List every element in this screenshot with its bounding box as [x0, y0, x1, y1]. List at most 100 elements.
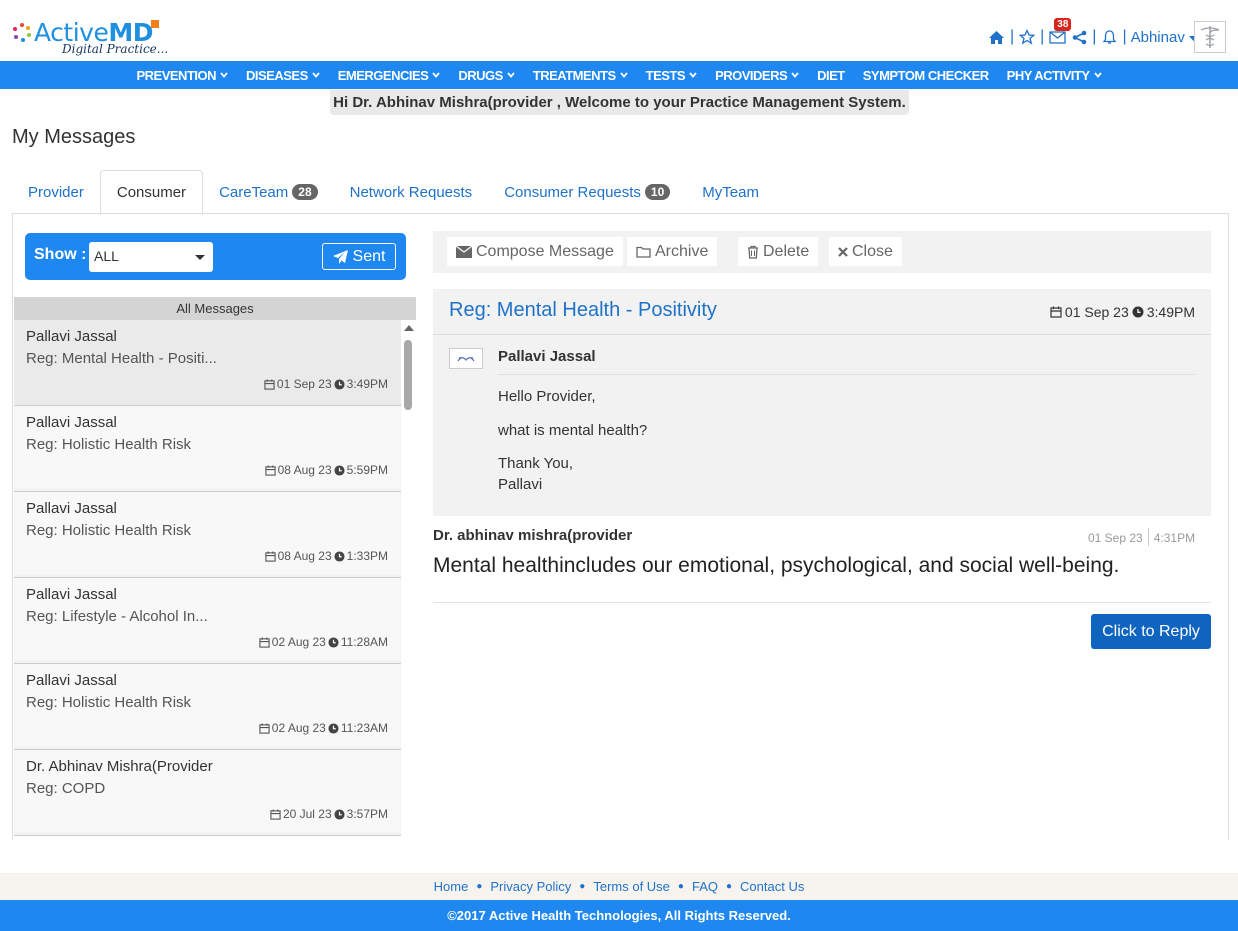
- message-detail: Reg: Mental Health - Positivity 01 Sep 2…: [433, 289, 1211, 516]
- paper-plane-icon: [332, 249, 348, 264]
- folder-icon: [636, 246, 651, 258]
- list-item-sender: Dr. Abhinav Mishra(Provider: [26, 758, 213, 775]
- show-label: Show :: [34, 246, 87, 263]
- nav-item-emergencies[interactable]: EMERGENCIES: [338, 68, 441, 83]
- nav-item-phy-activity[interactable]: PHY ACTIVITY: [1007, 68, 1102, 83]
- user-menu[interactable]: Abhinav: [1131, 29, 1198, 46]
- brand-tagline: Digital Practice...: [62, 42, 169, 56]
- list-item-subject: Reg: Holistic Health Risk: [26, 694, 192, 711]
- header-toolbar: | | 38 | | Abhinav: [988, 18, 1198, 50]
- reply-sender: Dr. abhinav mishra(provider: [433, 527, 633, 544]
- message-list-scrollbar[interactable]: [401, 320, 415, 838]
- list-item[interactable]: Pallavi Jassal Reg: Holistic Health Risk 0…: [14, 492, 401, 578]
- calendar-icon: [264, 550, 276, 562]
- nav-item-diet[interactable]: DIET: [817, 68, 845, 83]
- logo[interactable]: ActiveMD Digital Practice...: [10, 12, 168, 56]
- chevron-down-icon: [432, 72, 441, 78]
- message-subject: Reg: Mental Health - Positivity: [449, 299, 717, 321]
- footer-link-privacy-policy[interactable]: Privacy Policy: [490, 879, 571, 894]
- list-item[interactable]: Pallavi Jassal Reg: Holistic Health Risk 0…: [14, 664, 401, 750]
- clock-icon: [334, 378, 345, 390]
- clock-icon: [328, 636, 339, 648]
- sender-logo-icon: [457, 357, 475, 362]
- scroll-up-icon[interactable]: [404, 325, 414, 331]
- careteam-count-badge: 28: [292, 184, 318, 200]
- message-signature: Pallavi: [498, 476, 543, 493]
- calendar-icon: [264, 378, 275, 390]
- list-item-subject: Reg: Mental Health - Positi...: [26, 350, 217, 367]
- sender-avatar: [449, 348, 483, 369]
- close-button[interactable]: Close: [829, 237, 902, 266]
- tab-network-requests[interactable]: Network Requests: [334, 170, 489, 214]
- nav-item-diseases[interactable]: DISEASES: [246, 68, 320, 83]
- footer-link-terms-of-use[interactable]: Terms of Use: [593, 879, 670, 894]
- header: ActiveMD Digital Practice... | | 38 | | …: [0, 0, 1238, 61]
- clock-icon: [1132, 306, 1144, 318]
- clock-icon: [328, 722, 339, 734]
- message-timestamp: 01 Sep 23 3:49PM: [1050, 304, 1195, 320]
- list-item-timestamp: 08 Aug 23 1:33PM: [264, 549, 388, 563]
- caret-down-icon: [195, 255, 205, 260]
- list-item-sender: Pallavi Jassal: [26, 500, 117, 517]
- message-greeting: Hello Provider,: [498, 388, 596, 405]
- list-item-sender: Pallavi Jassal: [26, 672, 117, 689]
- profile-avatar[interactable]: [1194, 21, 1226, 53]
- nav-item-prevention[interactable]: PREVENTION: [136, 68, 228, 83]
- scrollbar-thumb[interactable]: [404, 340, 412, 410]
- sender-name: Pallavi Jassal: [498, 348, 596, 365]
- sent-button[interactable]: Sent: [322, 243, 396, 270]
- clock-icon: [334, 550, 345, 562]
- nav-item-providers[interactable]: PROVIDERS: [715, 68, 799, 83]
- delete-button[interactable]: Delete: [738, 237, 819, 266]
- favorites-star-icon[interactable]: [1018, 28, 1036, 46]
- tab-myteam[interactable]: MyTeam: [686, 170, 775, 214]
- bell-icon[interactable]: [1100, 28, 1118, 46]
- nav-item-drugs[interactable]: DRUGS: [458, 68, 515, 83]
- list-item[interactable]: Dr. Abhinav Mishra(Provider Reg: COPD 20 J…: [14, 750, 401, 836]
- footer-link-faq[interactable]: FAQ: [692, 879, 718, 894]
- reply-body: Mental healthincludes our emotional, psy…: [433, 554, 1120, 577]
- list-item-sender: Pallavi Jassal: [26, 414, 117, 431]
- list-item-subject: Reg: Lifestyle - Alcohol In...: [26, 608, 208, 625]
- main-nav: PREVENTION DISEASES EMERGENCIES DRUGS TREATM…: [0, 61, 1238, 89]
- home-icon[interactable]: [988, 28, 1006, 46]
- list-item[interactable]: Pallavi Jassal Reg: Lifestyle - Alcohol I…: [14, 578, 401, 664]
- page-title: My Messages: [12, 126, 136, 148]
- list-item[interactable]: Pallavi Jassal Reg: Mental Health - Posit…: [14, 320, 401, 406]
- list-item-timestamp: 02 Aug 23 11:28AM: [259, 635, 388, 649]
- tab-provider[interactable]: Provider: [12, 170, 100, 214]
- chevron-down-icon: [619, 72, 628, 78]
- footer-link-contact-us[interactable]: Contact Us: [740, 879, 804, 894]
- list-item-sender: Pallavi Jassal: [26, 328, 117, 345]
- footer-link-home[interactable]: Home: [434, 879, 469, 894]
- logo-mark-icon: [13, 23, 31, 42]
- mail-icon[interactable]: 38: [1048, 18, 1072, 46]
- message-question: what is mental health?: [498, 422, 648, 439]
- filter-bar: Show : ALL Sent: [25, 233, 406, 280]
- list-item-subject: Reg: Holistic Health Risk: [26, 436, 192, 453]
- tab-careteam[interactable]: CareTeam 28: [203, 170, 334, 214]
- chevron-down-icon: [1093, 72, 1102, 78]
- tab-consumer[interactable]: Consumer: [99, 170, 204, 215]
- list-item[interactable]: Pallavi Jassal Reg: Holistic Health Risk 0…: [14, 406, 401, 492]
- list-header: All Messages: [14, 297, 416, 320]
- clock-icon: [334, 808, 345, 820]
- envelope-icon: [456, 245, 472, 258]
- compose-message-button[interactable]: Compose Message: [447, 237, 623, 266]
- calendar-icon: [264, 464, 276, 476]
- show-filter-select[interactable]: ALL: [89, 242, 213, 272]
- click-to-reply-button[interactable]: Click to Reply: [1091, 614, 1211, 649]
- tab-consumer-requests[interactable]: Consumer Requests 10: [488, 170, 686, 214]
- share-icon[interactable]: [1070, 28, 1088, 46]
- list-item-subject: Reg: Holistic Health Risk: [26, 522, 192, 539]
- nav-item-tests[interactable]: TESTS: [646, 68, 697, 83]
- consumer-requests-count-badge: 10: [644, 184, 671, 200]
- nav-item-treatments[interactable]: TREATMENTS: [533, 68, 628, 83]
- archive-button[interactable]: Archive: [627, 237, 718, 266]
- list-item-timestamp: 02 Aug 23 11:23AM: [259, 721, 388, 735]
- mail-count-badge: 38: [1054, 18, 1072, 31]
- list-item-sender: Pallavi Jassal: [26, 586, 117, 603]
- nav-item-symptom-checker[interactable]: SYMPTOM CHECKER: [863, 68, 989, 83]
- message-tabs: Provider Consumer CareTeam 28 Network Req…: [12, 170, 775, 215]
- copyright: ©2017 Active Health Technologies, All Ri…: [0, 900, 1238, 931]
